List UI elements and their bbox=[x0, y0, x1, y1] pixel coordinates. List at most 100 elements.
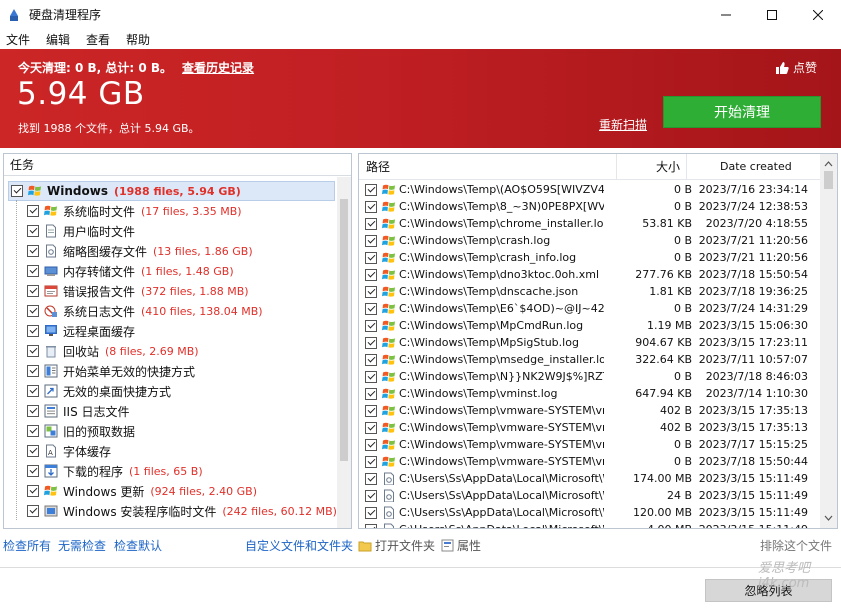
file-row[interactable]: C:\Windows\Temp\MpSigStub.log 904.67 KB … bbox=[365, 334, 808, 351]
maximize-button[interactable] bbox=[749, 0, 795, 29]
column-divider[interactable] bbox=[686, 154, 687, 180]
task-checkbox[interactable] bbox=[27, 365, 39, 377]
task-checkbox[interactable] bbox=[27, 485, 39, 497]
date-column-header[interactable]: Date created bbox=[720, 160, 792, 173]
file-row[interactable]: C:\Windows\Temp\N}}NK2W9J$%]RZTGO... 0 B… bbox=[365, 368, 808, 385]
task-scrollbar[interactable] bbox=[337, 177, 351, 528]
file-checkbox[interactable] bbox=[365, 404, 377, 417]
start-clean-button[interactable]: 开始清理 bbox=[663, 96, 821, 128]
file-row[interactable]: C:\Windows\Temp\(AO$O59S[WIVZV4E0D... 0 … bbox=[365, 181, 808, 198]
check-all-link[interactable]: 检查所有 bbox=[3, 537, 51, 554]
task-checkbox[interactable] bbox=[27, 225, 39, 237]
file-row[interactable]: C:\Windows\Temp\dnscache.json 1.81 KB 20… bbox=[365, 283, 808, 300]
file-checkbox[interactable] bbox=[365, 472, 377, 485]
file-row[interactable]: C:\Windows\Temp\8_~3N)0PE8PX[WVL31... 0 … bbox=[365, 198, 808, 215]
file-checkbox[interactable] bbox=[365, 319, 377, 332]
task-item[interactable]: 内存转储文件 (1 files, 1.48 GB) bbox=[27, 261, 234, 281]
task-root-windows[interactable]: Windows (1988 files, 5.94 GB) bbox=[8, 181, 335, 201]
task-checkbox[interactable] bbox=[27, 385, 39, 397]
file-scrollbar-thumb[interactable] bbox=[824, 171, 833, 189]
custom-files-link[interactable]: 自定义文件和文件夹 bbox=[245, 537, 353, 554]
menu-edit[interactable]: 编辑 bbox=[38, 31, 78, 48]
menu-file[interactable]: 文件 bbox=[0, 31, 38, 48]
minimize-button[interactable] bbox=[703, 0, 749, 29]
file-checkbox[interactable] bbox=[365, 353, 377, 366]
path-column-header[interactable]: 路径 bbox=[366, 158, 390, 175]
rescan-link[interactable]: 重新扫描 bbox=[599, 116, 647, 133]
file-checkbox[interactable] bbox=[365, 200, 377, 213]
task-item[interactable]: 无效的桌面快捷方式 bbox=[27, 381, 177, 401]
file-row[interactable]: C:\Users\Ss\AppData\Local\Microsoft\Win.… bbox=[365, 504, 808, 521]
check-default-link[interactable]: 检查默认 bbox=[114, 537, 162, 554]
file-checkbox[interactable] bbox=[365, 387, 377, 400]
task-item[interactable]: 回收站 (8 files, 2.69 MB) bbox=[27, 341, 199, 361]
scroll-down-icon[interactable] bbox=[820, 511, 837, 525]
task-item[interactable]: Windows 安装程序临时文件 (242 files, 60.12 MB) bbox=[27, 501, 337, 521]
task-item[interactable]: 系统日志文件 (410 files, 138.04 MB) bbox=[27, 301, 263, 321]
history-link[interactable]: 查看历史记录 bbox=[182, 59, 254, 76]
file-row[interactable]: C:\Windows\Temp\vmware-SYSTEM\vmwa... 0 … bbox=[365, 436, 808, 453]
task-checkbox[interactable] bbox=[27, 405, 39, 417]
file-checkbox[interactable] bbox=[365, 183, 377, 196]
close-button[interactable] bbox=[795, 0, 841, 29]
file-checkbox[interactable] bbox=[365, 523, 377, 528]
file-checkbox[interactable] bbox=[365, 370, 377, 383]
file-row[interactable]: C:\Windows\Temp\vminst.log 647.94 KB 202… bbox=[365, 385, 808, 402]
file-checkbox[interactable] bbox=[365, 506, 377, 519]
open-folder-button[interactable]: 打开文件夹 bbox=[358, 537, 435, 554]
file-checkbox[interactable] bbox=[365, 285, 377, 298]
menu-view[interactable]: 查看 bbox=[78, 31, 118, 48]
file-checkbox[interactable] bbox=[365, 489, 377, 502]
menu-help[interactable]: 帮助 bbox=[118, 31, 158, 48]
file-row[interactable]: C:\Windows\Temp\msedge_installer.log 322… bbox=[365, 351, 808, 368]
task-checkbox[interactable] bbox=[27, 425, 39, 437]
task-checkbox[interactable] bbox=[27, 465, 39, 477]
task-checkbox[interactable] bbox=[27, 345, 39, 357]
file-checkbox[interactable] bbox=[365, 438, 377, 451]
task-item[interactable]: 开始菜单无效的快捷方式 bbox=[27, 361, 201, 381]
size-column-header[interactable]: 大小 bbox=[656, 158, 680, 175]
task-item[interactable]: IIS 日志文件 bbox=[27, 401, 136, 421]
properties-button[interactable]: 属性 bbox=[441, 537, 481, 554]
file-row[interactable]: C:\Users\Ss\AppData\Local\Microsoft\Win.… bbox=[365, 470, 808, 487]
task-checkbox[interactable] bbox=[27, 445, 39, 457]
task-item[interactable]: 用户临时文件 bbox=[27, 221, 141, 241]
task-item[interactable]: Windows 更新 (924 files, 2.40 GB) bbox=[27, 481, 257, 501]
task-item[interactable]: 远程桌面缓存 bbox=[27, 321, 141, 341]
scroll-up-icon[interactable] bbox=[820, 157, 837, 171]
file-checkbox[interactable] bbox=[365, 336, 377, 349]
task-item[interactable]: A 字体缓存 bbox=[27, 441, 117, 461]
file-scrollbar[interactable] bbox=[820, 154, 837, 528]
file-row[interactable]: C:\Users\Ss\AppData\Local\Microsoft\Win.… bbox=[365, 521, 808, 528]
task-checkbox[interactable] bbox=[27, 205, 39, 217]
exclude-file-button[interactable]: 排除这个文件 bbox=[760, 537, 832, 554]
like-button[interactable]: 点赞 bbox=[775, 59, 817, 76]
task-item[interactable]: 下载的程序 (1 files, 65 B) bbox=[27, 461, 203, 481]
file-checkbox[interactable] bbox=[365, 455, 377, 468]
file-row[interactable]: C:\Users\Ss\AppData\Local\Microsoft\Win.… bbox=[365, 487, 808, 504]
file-checkbox[interactable] bbox=[365, 421, 377, 434]
file-row[interactable]: C:\Windows\Temp\vmware-SYSTEM\vmwa... 0 … bbox=[365, 453, 808, 470]
file-checkbox[interactable] bbox=[365, 302, 377, 315]
file-checkbox[interactable] bbox=[365, 234, 377, 247]
task-item[interactable]: 旧的预取数据 bbox=[27, 421, 141, 441]
file-row[interactable]: C:\Windows\Temp\crash_info.log 0 B 2023/… bbox=[365, 249, 808, 266]
task-item[interactable]: 缩略图缓存文件 (13 files, 1.86 GB) bbox=[27, 241, 253, 261]
file-row[interactable]: C:\Windows\Temp\dno3ktoc.0oh.xml 277.76 … bbox=[365, 266, 808, 283]
file-row[interactable]: C:\Windows\Temp\vmware-SYSTEM\vmau... 40… bbox=[365, 419, 808, 436]
task-checkbox[interactable] bbox=[27, 325, 39, 337]
task-checkbox[interactable] bbox=[27, 305, 39, 317]
check-none-link[interactable]: 无需检查 bbox=[58, 537, 106, 554]
task-item[interactable]: 错误报告文件 (372 files, 1.88 MB) bbox=[27, 281, 249, 301]
file-checkbox[interactable] bbox=[365, 217, 377, 230]
task-checkbox[interactable] bbox=[27, 265, 39, 277]
file-row[interactable]: C:\Windows\Temp\MpCmdRun.log 1.19 MB 202… bbox=[365, 317, 808, 334]
file-checkbox[interactable] bbox=[365, 251, 377, 264]
column-divider[interactable] bbox=[616, 154, 617, 180]
file-row[interactable]: C:\Windows\Temp\vmware-SYSTEM\vmau... 40… bbox=[365, 402, 808, 419]
task-checkbox[interactable] bbox=[11, 185, 23, 197]
file-row[interactable]: C:\Windows\Temp\crash.log 0 B 2023/7/21 … bbox=[365, 232, 808, 249]
task-checkbox[interactable] bbox=[27, 285, 39, 297]
file-row[interactable]: C:\Windows\Temp\E6`$4OD)~@IJ~42}N... 0 B… bbox=[365, 300, 808, 317]
task-scrollbar-thumb[interactable] bbox=[340, 199, 348, 461]
